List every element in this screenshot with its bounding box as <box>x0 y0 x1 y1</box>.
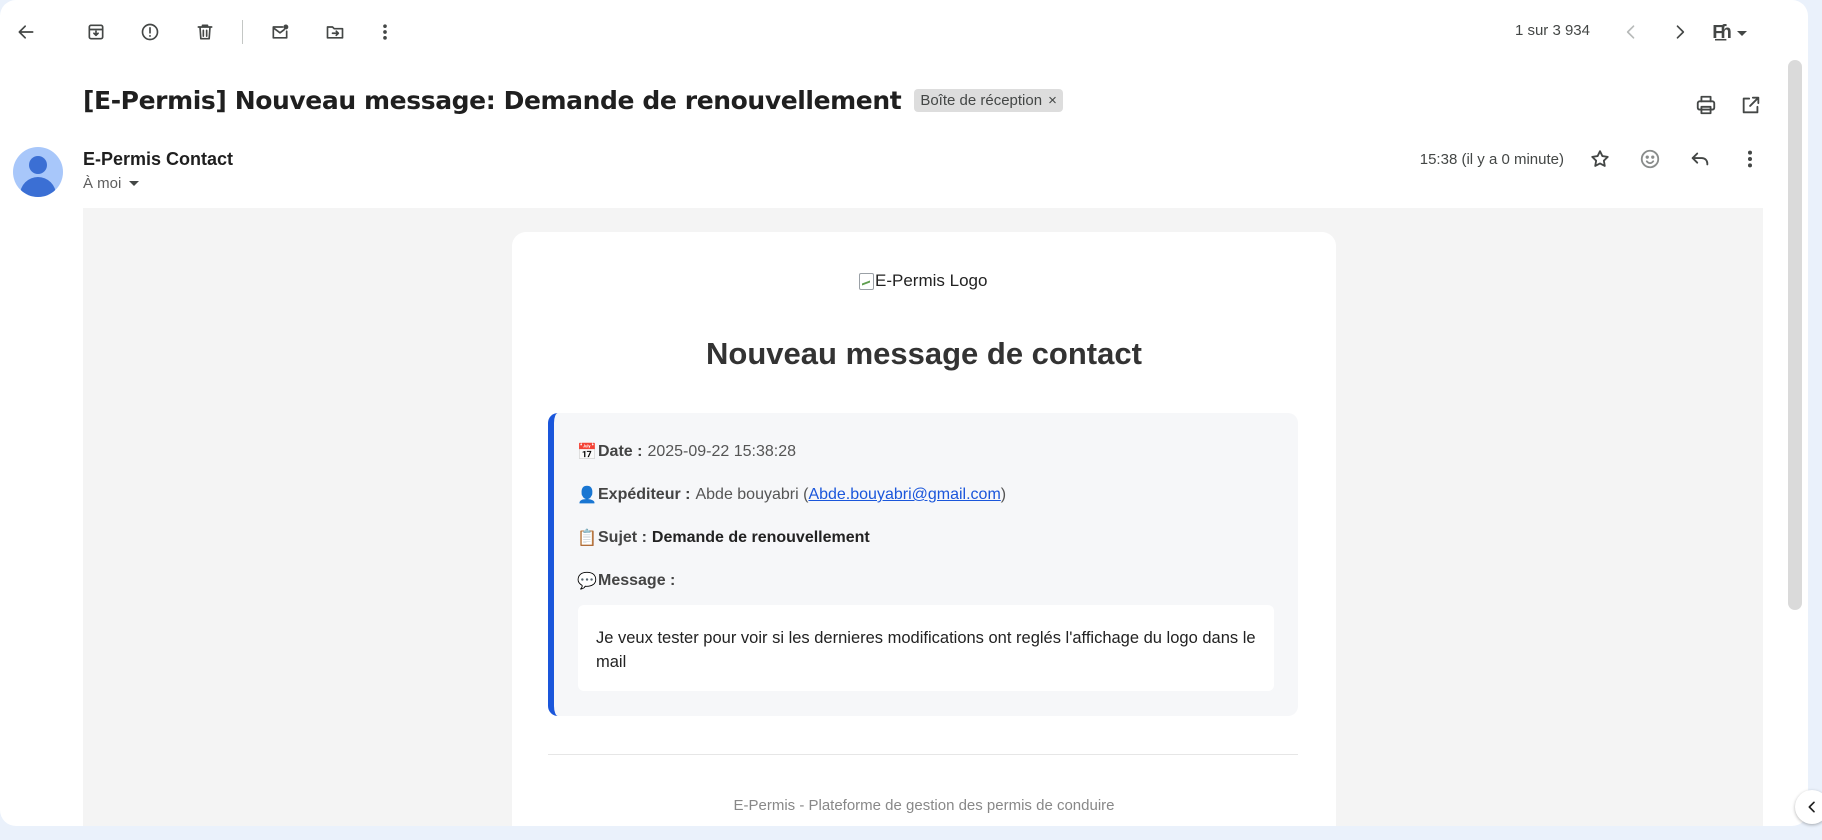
recipient-details-toggle[interactable]: À moi <box>83 175 140 192</box>
message-timestamp: 15:38 (il y a 0 minute) <box>1419 151 1564 168</box>
archive-button[interactable] <box>76 12 116 52</box>
email-subject: [E-Permis] Nouveau message: Demande de r… <box>83 86 902 115</box>
input-tools-icon: F͟ɦ <box>1712 22 1732 44</box>
archive-icon <box>88 24 104 40</box>
open-in-new-window-button[interactable] <box>1733 87 1769 123</box>
email-heading: Nouveau message de contact <box>706 336 1142 371</box>
chevron-down-icon <box>129 181 140 186</box>
pagination-count: 1 sur 3 934 <box>1514 22 1590 39</box>
reply-icon <box>1691 152 1709 166</box>
move-to-button[interactable] <box>315 12 355 52</box>
input-tools-button[interactable]: F͟ɦ <box>1712 20 1766 46</box>
more-actions-button[interactable] <box>365 12 405 52</box>
message-body: Je veux tester pour voir si les derniere… <box>578 605 1274 691</box>
report-spam-icon <box>141 23 159 41</box>
subject-value: Demande de renouvellement <box>651 529 870 546</box>
date-row: 📅 Date : 2025-09-22 15:38:28 <box>577 442 796 462</box>
remove-label-button[interactable]: × <box>1048 92 1057 109</box>
inbox-label-text: Boîte de réception <box>920 92 1043 109</box>
avatar-head <box>29 156 47 174</box>
avatar-body <box>20 177 56 197</box>
subject-label: Sujet : <box>598 529 647 546</box>
vertical-scrollbar[interactable] <box>1788 60 1802 610</box>
reply-button[interactable] <box>1682 141 1718 177</box>
more-vertical-icon <box>1747 150 1753 168</box>
speech-bubble-icon: 💬 <box>577 573 597 590</box>
back-button[interactable] <box>6 12 46 52</box>
calendar-icon: 📅 <box>577 444 597 461</box>
inbox-label-chip[interactable]: Boîte de réception × <box>914 89 1063 112</box>
reading-pane: 1 sur 3 934 F͟ɦ [E-Permis] Nouveau messa… <box>0 0 1808 826</box>
more-vertical-icon <box>383 24 387 40</box>
chevron-down-icon <box>1736 30 1747 36</box>
broken-image-icon <box>859 272 874 290</box>
mark-unread-icon <box>272 24 289 39</box>
sender-avatar[interactable] <box>13 147 63 197</box>
date-value: 2025-09-22 15:38:28 <box>647 443 797 460</box>
sender-label: Expéditeur : <box>598 486 691 503</box>
sender-close-paren: ) <box>1000 486 1007 503</box>
print-icon <box>1696 95 1716 115</box>
person-icon: 👤 <box>577 487 597 504</box>
star-button[interactable] <box>1582 141 1618 177</box>
toolbar-divider <box>242 20 243 44</box>
print-button[interactable] <box>1688 87 1724 123</box>
message-more-button[interactable] <box>1732 141 1768 177</box>
footer-divider <box>548 754 1298 755</box>
chevron-left-icon <box>1626 25 1635 39</box>
subject-info-row: 📋 Sujet : Demande de renouvellement <box>577 528 870 548</box>
recipient-text: À moi <box>83 175 122 192</box>
star-icon <box>1591 150 1609 167</box>
report-spam-button[interactable] <box>130 12 170 52</box>
email-footer: E-Permis - Plateforme de gestion des per… <box>733 797 1115 814</box>
sender-row: 👤 Expéditeur : Abde bouyabri ( Abde.bouy… <box>577 485 1006 505</box>
subject-row: [E-Permis] Nouveau message: Demande de r… <box>83 86 1063 115</box>
message-label: Message : <box>598 572 676 589</box>
emoji-icon <box>1640 149 1660 169</box>
date-label: Date : <box>598 443 643 460</box>
logo-alt-text: E-Permis Logo <box>875 271 988 290</box>
message-toolbar: 1 sur 3 934 F͟ɦ <box>0 0 1808 64</box>
clipboard-icon: 📋 <box>577 530 597 547</box>
sender-full-name: Abde bouyabri ( <box>695 486 809 503</box>
delete-button[interactable] <box>185 12 225 52</box>
mark-unread-button[interactable] <box>260 12 300 52</box>
trash-icon <box>197 24 213 40</box>
chevron-right-icon <box>1676 25 1685 39</box>
arrow-left-icon <box>18 25 34 39</box>
logo-image-placeholder: E-Permis Logo <box>859 271 987 291</box>
sender-email-link[interactable]: Abde.bouyabri@gmail.com <box>808 486 1000 504</box>
next-message-button[interactable] <box>1660 12 1700 52</box>
add-reaction-button[interactable] <box>1632 141 1668 177</box>
sender-name[interactable]: E-Permis Contact <box>83 149 233 170</box>
side-panel-toggle-button[interactable] <box>1795 790 1822 824</box>
chevron-left-icon <box>1808 801 1815 813</box>
message-label-row: 💬 Message : <box>577 571 680 591</box>
open-in-new-window-icon <box>1742 96 1760 114</box>
move-to-folder-icon <box>326 26 344 39</box>
previous-message-button[interactable] <box>1611 12 1651 52</box>
